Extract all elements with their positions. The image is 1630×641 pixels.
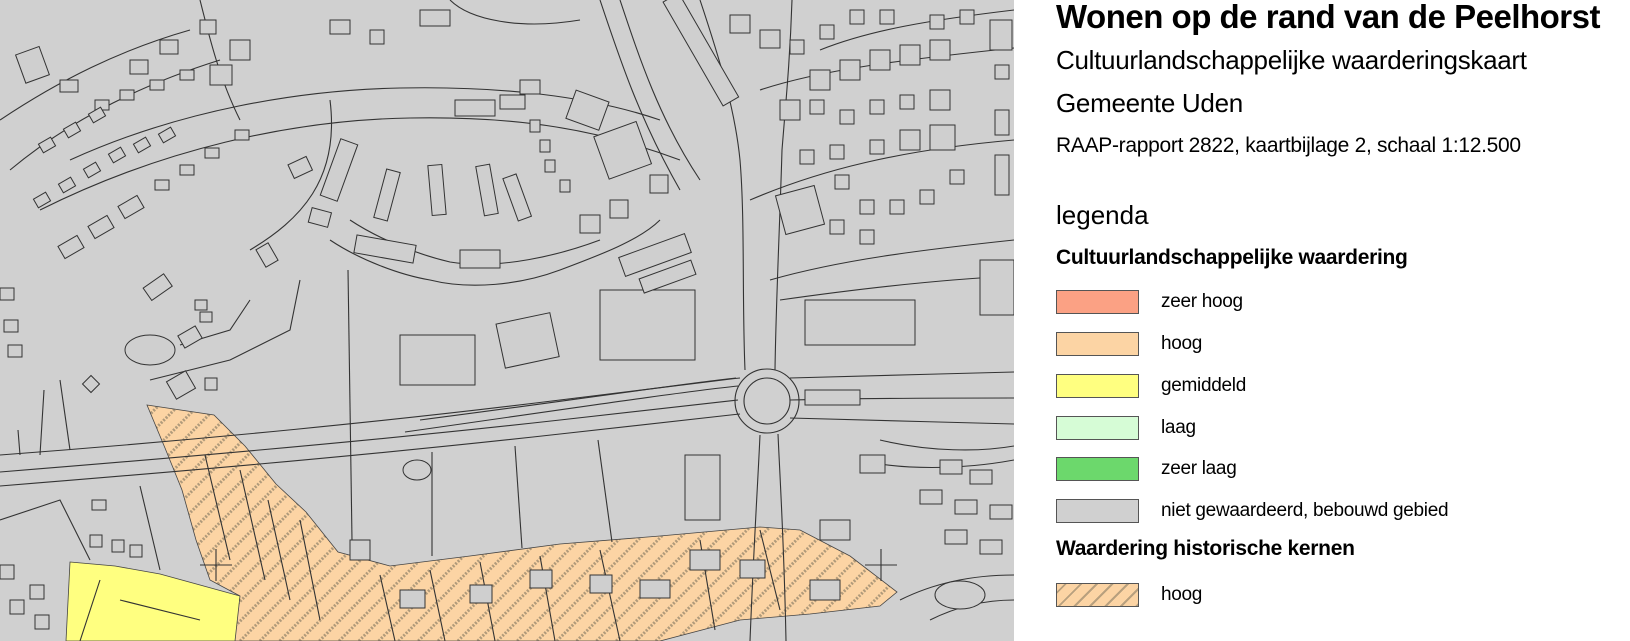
legend-label: gemiddeld: [1161, 375, 1246, 396]
legend-group-cultural-landscape: Cultuurlandschappelijke waardering: [1056, 246, 1408, 269]
legend-label: zeer laag: [1161, 458, 1237, 479]
map-title: Wonen op de rand van de Peelhorst: [1056, 0, 1600, 35]
map-subtitle: Cultuurlandschappelijke waarderingskaart: [1056, 45, 1527, 75]
legend-panel: Wonen op de rand van de Peelhorst Cultuu…: [1014, 0, 1630, 641]
legend-swatch: [1056, 290, 1139, 314]
legend-label: hoog: [1161, 333, 1203, 354]
legend-label: laag: [1161, 417, 1196, 438]
legend-label: hoog: [1161, 584, 1203, 605]
legend-swatch: [1056, 374, 1139, 398]
legend-label: niet gewaardeerd, bebouwd gebied: [1161, 500, 1449, 521]
legend-swatch: [1056, 416, 1139, 440]
municipality-label: Gemeente Uden: [1056, 88, 1243, 118]
report-reference: RAAP-rapport 2822, kaartbijlage 2, schaa…: [1056, 134, 1521, 157]
legend-group-historic-cores: Waardering historische kernen: [1056, 537, 1355, 560]
legend-swatch: [1056, 499, 1139, 523]
legend-swatch-hatched: [1056, 583, 1139, 607]
legend-heading: legenda: [1056, 200, 1149, 230]
legend-label: zeer hoog: [1161, 291, 1243, 312]
legend-swatch: [1056, 332, 1139, 356]
legend-swatch: [1056, 457, 1139, 481]
map-canvas[interactable]: [0, 0, 1014, 641]
